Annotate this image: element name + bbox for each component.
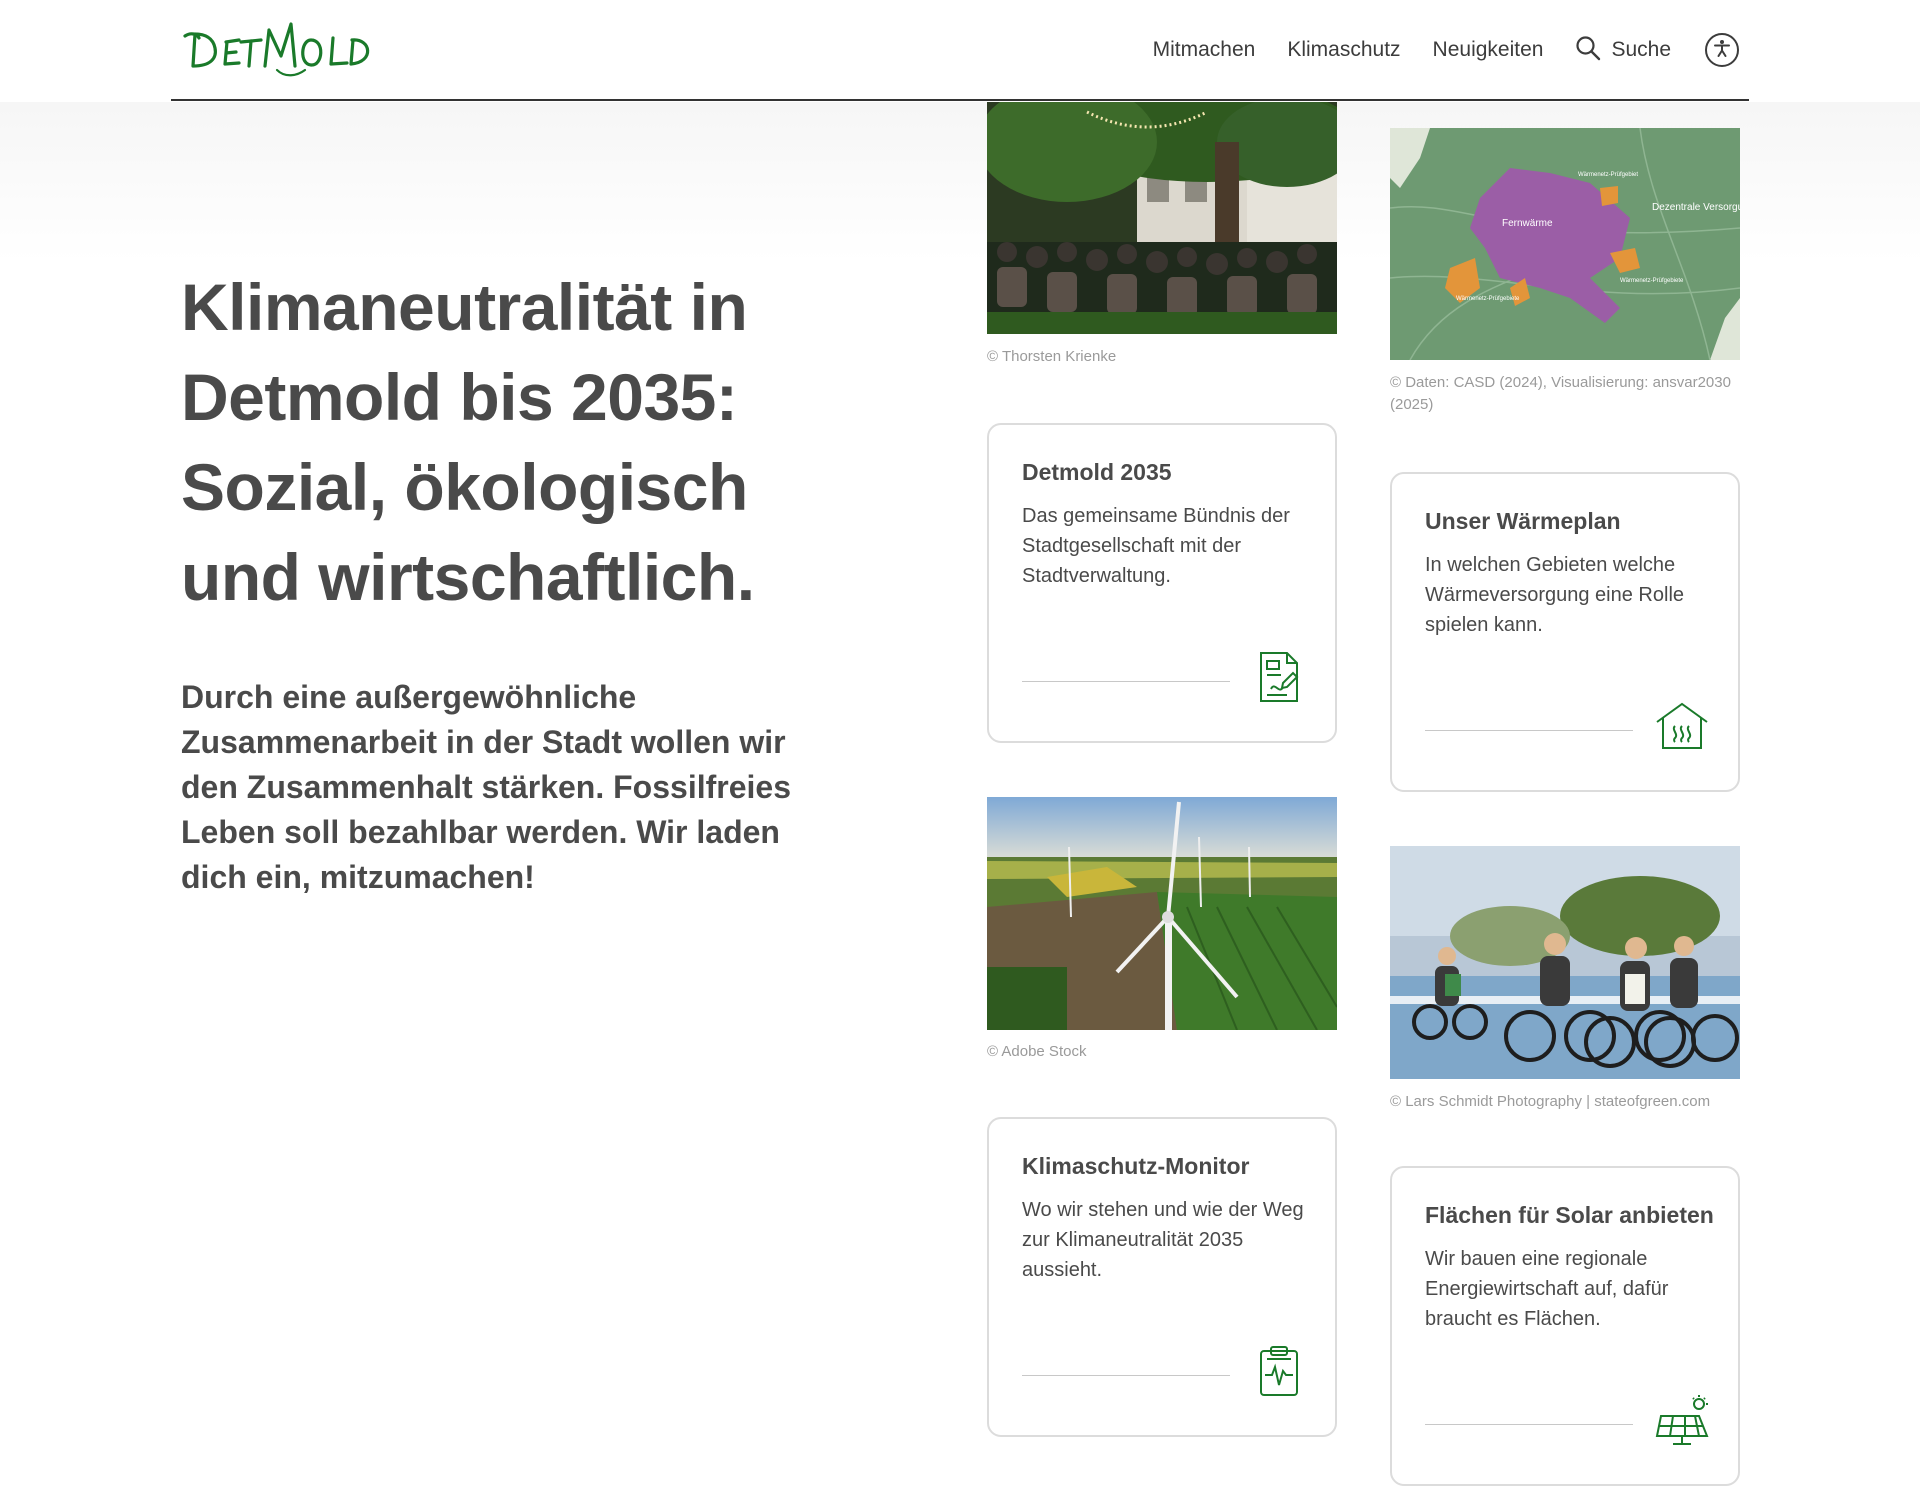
accessibility-button[interactable]: [1705, 33, 1739, 67]
map-label-pruefgebiet-north: Wärmenetz-Prüfgebiet: [1578, 172, 1638, 178]
card-description: Wir bauen eine regionale Energiewirtscha…: [1425, 1248, 1669, 1330]
bike-photo-credit: © Lars Schmidt Photography | stateofgree…: [1390, 1093, 1711, 1110]
card-description: In welchen Gebieten welche Wärmeversorgu…: [1425, 554, 1685, 636]
festival-photo-credit: © Thorsten Krienke: [987, 348, 1117, 365]
cyclists-photo: [1390, 846, 1740, 1079]
card-solar-flaechen[interactable]: Flächen für Solar anbieten Wir bauen ein…: [1390, 1166, 1740, 1486]
search-icon: [1575, 35, 1601, 66]
card-description: Das gemeinsame Bündnis der Stadtgesellsc…: [1022, 505, 1290, 587]
clipboard-pulse-icon: [1257, 1345, 1301, 1397]
map-label-pruefgebiete-west: Wärmenetz-Prüfgebiete: [1456, 296, 1520, 302]
search-button[interactable]: Suche: [1575, 35, 1671, 66]
hero-intro-text: Durch eine außergewöhnliche Zusammenarbe…: [181, 679, 791, 895]
detmold-logo[interactable]: [181, 18, 381, 82]
card-waermeplan[interactable]: Unser Wärmeplan In welchen Gebieten welc…: [1390, 472, 1740, 792]
card-title: Detmold 2035: [1022, 459, 1172, 485]
wind-photo-credit: © Adobe Stock: [987, 1043, 1087, 1060]
solar-panel-icon: [1655, 1394, 1711, 1446]
card-title: Klimaschutz-Monitor: [1022, 1153, 1250, 1179]
card-divider: [1022, 1375, 1230, 1376]
hero-title: Klimaneutralität in Detmold bis 2035: So…: [181, 270, 755, 614]
accessibility-icon: [1711, 37, 1733, 64]
document-pen-icon: [1257, 651, 1301, 703]
search-label: Suche: [1611, 38, 1671, 61]
card-divider: [1425, 1424, 1633, 1425]
card-title: Flächen für Solar anbieten: [1425, 1202, 1714, 1228]
card-description: Wo wir stehen und wie der Weg zur Kliman…: [1022, 1199, 1304, 1281]
card-divider: [1425, 730, 1633, 731]
card-klimaschutz-monitor[interactable]: Klimaschutz-Monitor Wo wir stehen und wi…: [987, 1117, 1337, 1437]
map-label-pruefgebiete-east: Wärmenetz-Prüfgebiete: [1620, 278, 1684, 284]
wind-turbine-photo: [987, 797, 1337, 1030]
card-title: Unser Wärmeplan: [1425, 508, 1621, 534]
heat-plan-map: Wärmenetz-Prüfgebiet Fernwärme Dezentral…: [1390, 128, 1740, 360]
map-label-dezentrale-versorgung: Dezentrale Versorgung: [1652, 202, 1740, 213]
festival-photo: [987, 102, 1337, 334]
main-nav: Mitmachen Klimaschutz Neuigkeiten Suche: [1153, 28, 1749, 72]
nav-link-mitmachen[interactable]: Mitmachen: [1153, 38, 1256, 62]
map-credit: © Daten: CASD (2024), Visualisierung: an…: [1390, 374, 1731, 413]
detmold-logo-wordmark: [183, 22, 370, 77]
nav-link-klimaschutz[interactable]: Klimaschutz: [1287, 38, 1400, 62]
site-header: Mitmachen Klimaschutz Neuigkeiten Suche: [171, 0, 1749, 101]
card-detmold-2035[interactable]: Detmold 2035 Das gemeinsame Bündnis der …: [987, 423, 1337, 743]
house-heat-icon: [1655, 700, 1709, 752]
nav-link-neuigkeiten[interactable]: Neuigkeiten: [1433, 38, 1544, 62]
map-label-fernwaerme: Fernwärme: [1502, 218, 1553, 229]
card-divider: [1022, 681, 1230, 682]
